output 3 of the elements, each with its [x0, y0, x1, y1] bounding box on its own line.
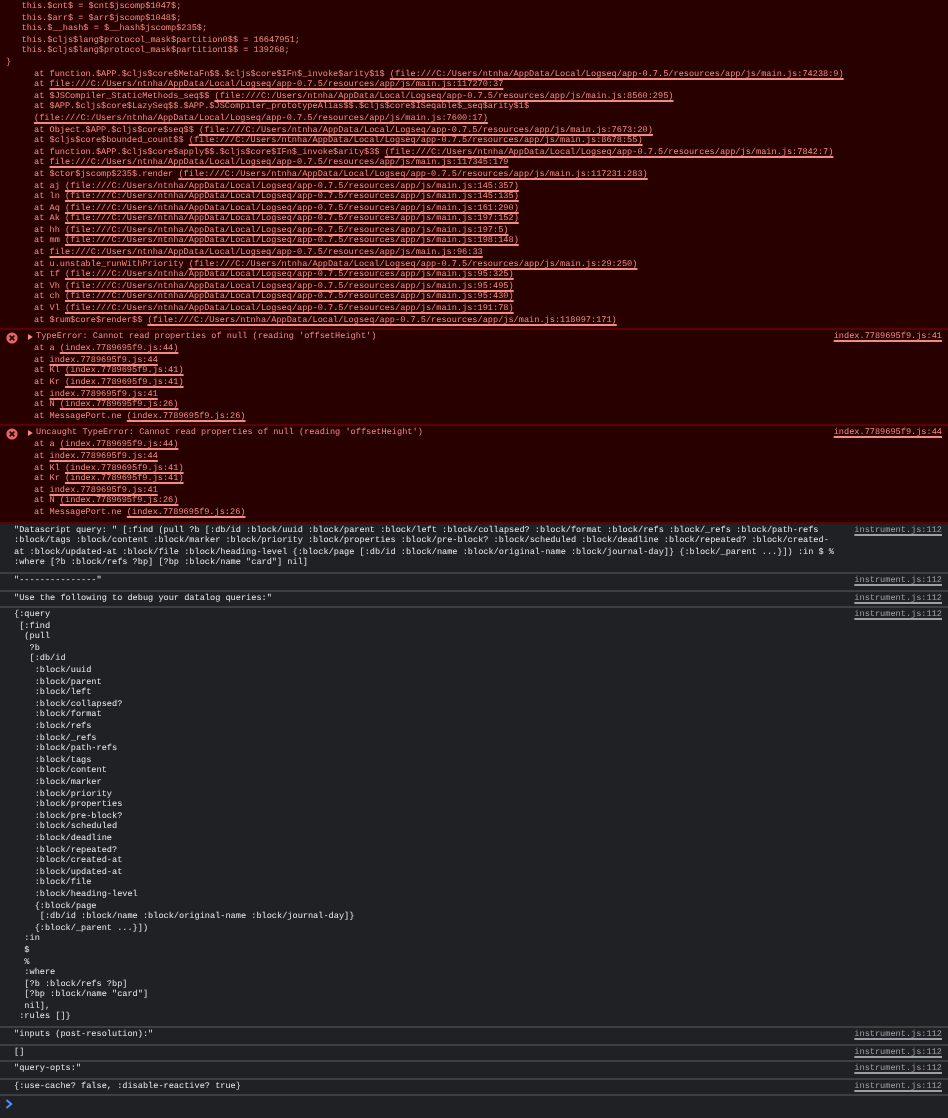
- expand-triangle-icon: [26, 428, 34, 439]
- prompt-icon: [4, 1098, 14, 1111]
- expand-triangle-icon: [26, 332, 34, 343]
